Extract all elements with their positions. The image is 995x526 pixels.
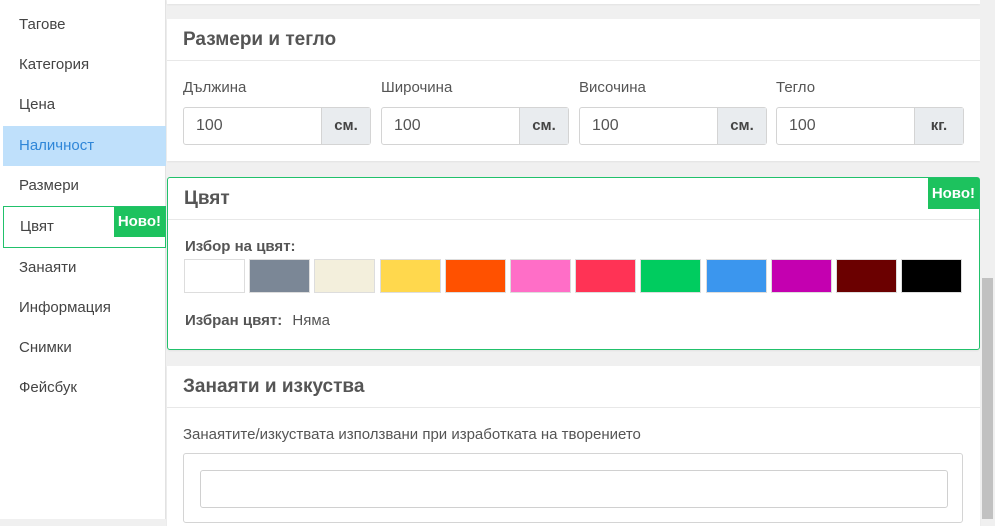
color-swatch[interactable] bbox=[705, 259, 767, 293]
weight-group: Тегло 100 кг. bbox=[776, 78, 964, 145]
weight-unit: кг. bbox=[914, 108, 963, 144]
sidebar-item-information[interactable]: Информация bbox=[3, 288, 166, 328]
color-swatch[interactable] bbox=[444, 259, 506, 293]
color-card: Цвят Ново! Избор на цвят: Избран цвят: Н… bbox=[167, 177, 980, 350]
sidebar-item-label: Информация bbox=[19, 299, 111, 316]
width-input-group: 100 см. bbox=[381, 107, 569, 145]
chosen-color-value: Няма bbox=[292, 312, 330, 329]
height-unit: см. bbox=[717, 108, 766, 144]
length-group: Дължина 100 см. bbox=[183, 78, 371, 145]
sidebar-item-label: Цвят bbox=[20, 218, 54, 235]
new-badge: Ново! bbox=[113, 207, 165, 237]
sidebar-item-crafts[interactable]: Занаяти bbox=[3, 248, 166, 288]
sidebar-item-label: Снимки bbox=[19, 339, 72, 356]
scrollbar-thumb[interactable] bbox=[982, 278, 993, 519]
sidebar-item-label: Цена bbox=[19, 96, 56, 113]
crafts-description: Занаятите/изкуствата използвани при изра… bbox=[183, 426, 641, 443]
sidebar-item-label: Тагове bbox=[19, 16, 66, 33]
scrollbar[interactable] bbox=[980, 0, 995, 519]
chosen-color: Избран цвят: Няма bbox=[185, 312, 330, 329]
width-unit: см. bbox=[519, 108, 568, 144]
weight-input[interactable]: 100 bbox=[777, 108, 914, 144]
width-input[interactable]: 100 bbox=[382, 108, 519, 144]
sidebar-item-label: Занаяти bbox=[19, 259, 77, 276]
sidebar-item-facebook[interactable]: Фейсбук bbox=[3, 368, 166, 408]
color-swatch[interactable] bbox=[184, 259, 245, 293]
height-group: Височина 100 см. bbox=[579, 78, 767, 145]
color-swatch[interactable] bbox=[379, 259, 441, 293]
color-swatch[interactable] bbox=[510, 259, 571, 293]
crafts-input[interactable] bbox=[200, 470, 948, 508]
height-label: Височина bbox=[579, 79, 646, 96]
sidebar-item-label: Фейсбук bbox=[19, 379, 77, 396]
sidebar-item-label: Наличност bbox=[19, 137, 95, 154]
sidebar-item-label: Категория bbox=[19, 56, 90, 73]
crafts-title: Занаяти и изкуства bbox=[167, 366, 980, 408]
sidebar-item-sizes[interactable]: Размери bbox=[3, 166, 166, 206]
length-label: Дължина bbox=[183, 79, 247, 96]
width-group: Широчина 100 см. bbox=[381, 78, 569, 145]
color-swatch[interactable] bbox=[770, 259, 832, 293]
height-input-group: 100 см. bbox=[579, 107, 767, 145]
color-swatch[interactable] bbox=[249, 259, 311, 293]
width-label: Широчина bbox=[381, 79, 453, 96]
sidebar: Тагове Категория Цена Наличност Размери … bbox=[0, 0, 166, 519]
color-swatch[interactable] bbox=[836, 259, 897, 293]
sidebar-item-photos[interactable]: Снимки bbox=[3, 328, 166, 368]
sidebar-item-color[interactable]: Цвят Ново! bbox=[3, 206, 166, 248]
color-swatch[interactable] bbox=[314, 259, 376, 293]
color-pick-label: Избор на цвят: bbox=[185, 238, 296, 255]
color-swatch[interactable] bbox=[901, 259, 963, 293]
sidebar-item-availability[interactable]: Наличност bbox=[3, 126, 166, 166]
color-swatch[interactable] bbox=[640, 259, 702, 293]
new-badge: Ново! bbox=[927, 178, 979, 209]
crafts-container bbox=[183, 453, 963, 523]
sidebar-item-category[interactable]: Категория bbox=[3, 45, 166, 85]
color-title: Цвят bbox=[168, 178, 979, 220]
weight-label: Тегло bbox=[776, 79, 816, 96]
sidebar-item-label: Размери bbox=[19, 177, 79, 194]
length-unit: см. bbox=[321, 108, 370, 144]
sidebar-item-tags[interactable]: Тагове bbox=[3, 5, 166, 45]
previous-card-edge bbox=[167, 0, 980, 4]
sidebar-item-price[interactable]: Цена bbox=[3, 85, 166, 125]
main-content: Размери и тегло Дължина 100 см. Широчина… bbox=[167, 0, 980, 526]
chosen-color-label: Избран цвят: bbox=[185, 312, 283, 329]
length-input[interactable]: 100 bbox=[184, 108, 321, 144]
height-input[interactable]: 100 bbox=[580, 108, 717, 144]
crafts-card: Занаяти и изкуства Занаятите/изкуствата … bbox=[167, 366, 980, 526]
weight-input-group: 100 кг. bbox=[776, 107, 964, 145]
dimensions-title: Размери и тегло bbox=[167, 19, 980, 61]
length-input-group: 100 см. bbox=[183, 107, 371, 145]
color-swatch[interactable] bbox=[575, 259, 637, 293]
